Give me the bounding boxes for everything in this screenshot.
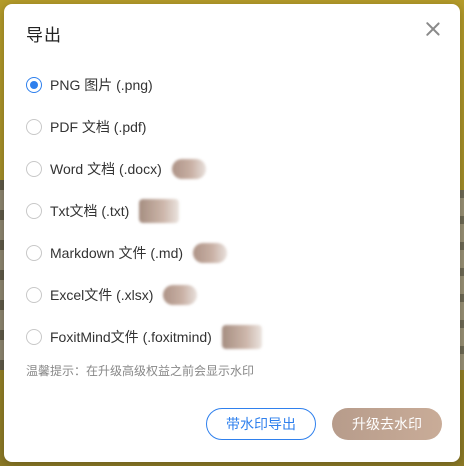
- upgrade-remove-watermark-button[interactable]: 升级去水印: [332, 408, 442, 440]
- vip-badge-icon: [139, 199, 180, 223]
- dialog-title: 导出: [26, 26, 62, 45]
- option-label: PNG 图片 (.png): [50, 77, 153, 93]
- option-label: Word 文档 (.docx): [50, 161, 162, 177]
- option-foxitmind[interactable]: FoxitMind文件 (.foxitmind): [26, 316, 446, 358]
- vip-badge-icon: [193, 243, 228, 263]
- option-label: FoxitMind文件 (.foxitmind): [50, 329, 212, 345]
- option-word[interactable]: Word 文档 (.docx): [26, 148, 446, 190]
- close-icon[interactable]: [424, 20, 442, 38]
- option-markdown[interactable]: Markdown 文件 (.md): [26, 232, 446, 274]
- export-with-watermark-button[interactable]: 带水印导出: [206, 408, 316, 440]
- option-txt[interactable]: Txt文档 (.txt): [26, 190, 446, 232]
- watermark-hint: 温馨提示：在升级高级权益之前会显示水印: [26, 364, 255, 378]
- radio-txt[interactable]: [26, 203, 42, 219]
- option-label: Txt文档 (.txt): [50, 203, 130, 219]
- option-pdf[interactable]: PDF 文档 (.pdf): [26, 106, 446, 148]
- option-label: Excel文件 (.xlsx): [50, 287, 154, 303]
- vip-badge-icon: [163, 285, 198, 305]
- radio-excel[interactable]: [26, 287, 42, 303]
- option-label: PDF 文档 (.pdf): [50, 119, 147, 135]
- radio-pdf[interactable]: [26, 119, 42, 135]
- option-png[interactable]: PNG 图片 (.png): [26, 64, 446, 106]
- format-options: PNG 图片 (.png) PDF 文档 (.pdf) Word 文档 (.do…: [26, 64, 446, 358]
- option-excel[interactable]: Excel文件 (.xlsx): [26, 274, 446, 316]
- radio-foxitmind[interactable]: [26, 329, 42, 345]
- vip-badge-icon: [221, 325, 262, 349]
- radio-markdown[interactable]: [26, 245, 42, 261]
- radio-word[interactable]: [26, 161, 42, 177]
- option-label: Markdown 文件 (.md): [50, 245, 184, 261]
- radio-png[interactable]: [26, 77, 42, 93]
- export-dialog: 导出 PNG 图片 (.png) PDF 文档 (.pdf) Word 文档 (…: [4, 4, 460, 462]
- vip-badge-icon: [171, 159, 206, 179]
